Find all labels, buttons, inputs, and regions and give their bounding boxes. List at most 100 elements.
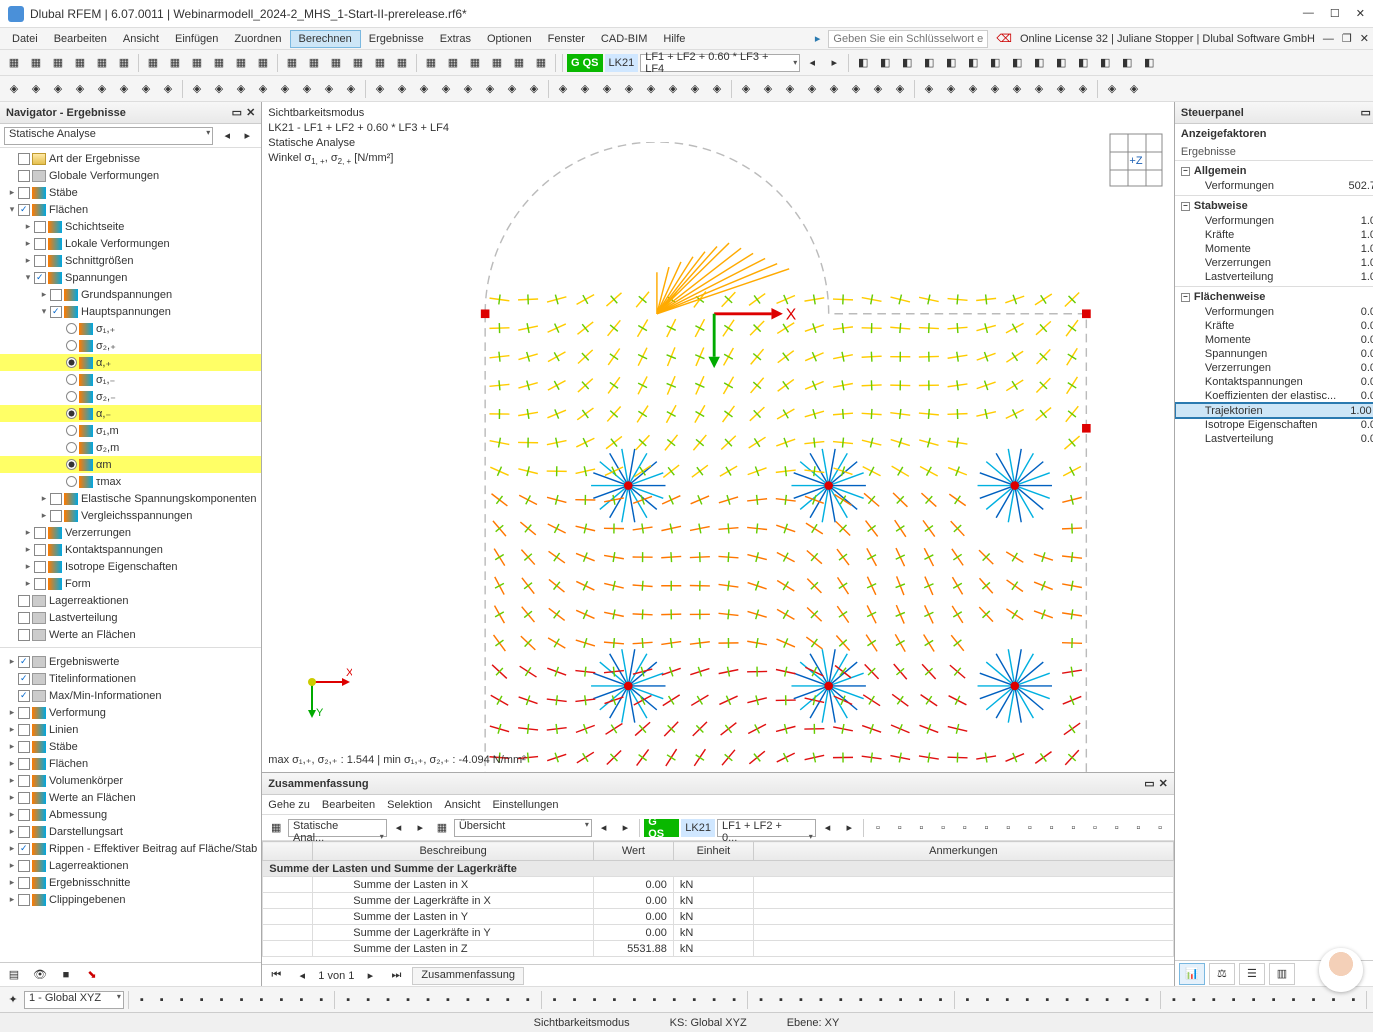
menu-ergebnisse[interactable]: Ergebnisse xyxy=(361,31,432,47)
tree-item[interactable]: Werte an Flächen xyxy=(0,626,261,643)
bt-btn-37[interactable]: ▪ xyxy=(892,990,910,1010)
st-btn-1[interactable]: ▫ xyxy=(890,818,910,838)
tree-item[interactable]: ▸Schichtseite xyxy=(0,218,261,235)
tb2-btn-41[interactable]: ◈ xyxy=(941,79,961,99)
bt-btn-11[interactable]: ▪ xyxy=(359,990,377,1010)
st-btn-8[interactable]: ▫ xyxy=(1042,818,1062,838)
tb2-btn-4[interactable]: ◈ xyxy=(92,79,112,99)
tree-item[interactable]: ▾Spannungen xyxy=(0,269,261,286)
tree-item[interactable]: σ₂,₋ xyxy=(0,388,261,405)
bt-btn-44[interactable]: ▪ xyxy=(1038,990,1056,1010)
tree-item[interactable]: Art der Ergebnisse xyxy=(0,150,261,167)
tree-item[interactable]: ▸Lagerreaktionen xyxy=(0,857,261,874)
tb1-btn-19[interactable]: ▦ xyxy=(443,53,463,73)
summary-analysis-combo[interactable]: Statische Anal... xyxy=(288,819,387,837)
table-row[interactable]: Summe der Lasten in Z5531.88kN xyxy=(263,941,1174,957)
tb2-btn-33[interactable]: ◈ xyxy=(758,79,778,99)
cp-group-header[interactable]: −Allgemein xyxy=(1175,163,1373,179)
st-icon2[interactable]: ▦ xyxy=(432,818,452,838)
col-wert[interactable]: Wert xyxy=(593,842,673,861)
tb2-btn-35[interactable]: ◈ xyxy=(802,79,822,99)
tree-item[interactable]: Globale Verformungen xyxy=(0,167,261,184)
tb1-btn-4[interactable]: ▦ xyxy=(92,53,112,73)
menu-berechnen[interactable]: Berechnen xyxy=(290,30,361,48)
cp-row[interactable]: Momente1.00 xyxy=(1175,242,1373,256)
bt-btn-38[interactable]: ▪ xyxy=(912,990,930,1010)
tb2-btn-8[interactable]: ◈ xyxy=(187,79,207,99)
tree-item[interactable]: α,₋ xyxy=(0,405,261,422)
sm-einstellungen[interactable]: Einstellungen xyxy=(492,799,558,811)
bt-btn-12[interactable]: ▪ xyxy=(379,990,397,1010)
tb1-btn-13[interactable]: ▦ xyxy=(304,53,324,73)
st-btn-12[interactable]: ▫ xyxy=(1129,818,1149,838)
bt-btn-36[interactable]: ▪ xyxy=(872,990,890,1010)
tb2-btn-39[interactable]: ◈ xyxy=(890,79,910,99)
tb2-btn-31[interactable]: ◈ xyxy=(707,79,727,99)
st-btn-6[interactable]: ▫ xyxy=(998,818,1018,838)
bt-btn-56[interactable]: ▪ xyxy=(1285,990,1303,1010)
st-icon1[interactable]: ▦ xyxy=(266,818,286,838)
tree-item[interactable]: ▸Stäbe xyxy=(0,738,261,755)
tb2-btn-29[interactable]: ◈ xyxy=(663,79,683,99)
tb2-btn-15[interactable]: ◈ xyxy=(341,79,361,99)
tree-item[interactable]: ▸Vergleichsspannungen xyxy=(0,507,261,524)
menu-fenster[interactable]: Fenster xyxy=(540,31,593,47)
cp-row[interactable]: Kontaktspannungen0.00 xyxy=(1175,375,1373,389)
cp-row[interactable]: Verzerrungen1.00 xyxy=(1175,256,1373,270)
st-prev1[interactable]: ◂ xyxy=(389,818,409,838)
bt-btn-5[interactable]: ▪ xyxy=(233,990,251,1010)
nav-next[interactable]: ▸ xyxy=(237,126,257,146)
tb1b-btn-13[interactable]: ◧ xyxy=(1139,53,1159,73)
lc-prev[interactable]: ◂ xyxy=(802,53,822,73)
st-btn-11[interactable]: ▫ xyxy=(1107,818,1127,838)
tb1b-btn-4[interactable]: ◧ xyxy=(941,53,961,73)
tb1b-btn-2[interactable]: ◧ xyxy=(897,53,917,73)
bt-btn-40[interactable]: ▪ xyxy=(959,990,977,1010)
tree-item[interactable]: ▸Verformung xyxy=(0,704,261,721)
tree-item[interactable]: Lastverteilung xyxy=(0,609,261,626)
bt-btn-14[interactable]: ▪ xyxy=(419,990,437,1010)
menu-hilfe[interactable]: Hilfe xyxy=(655,31,693,47)
navtab-data-icon[interactable]: ▤ xyxy=(4,965,24,985)
tree-item[interactable]: ▸Kontaktspannungen xyxy=(0,541,261,558)
tb1b-btn-12[interactable]: ◧ xyxy=(1117,53,1137,73)
st-btn-9[interactable]: ▫ xyxy=(1063,818,1083,838)
bt-btn-54[interactable]: ▪ xyxy=(1245,990,1263,1010)
tree-item[interactable]: ▸Schnittgrößen xyxy=(0,252,261,269)
ucs-combo[interactable]: 1 - Global XYZ xyxy=(24,991,124,1009)
pg-last[interactable]: ⏭ xyxy=(386,966,406,986)
tb2-btn-34[interactable]: ◈ xyxy=(780,79,800,99)
tb2-btn-27[interactable]: ◈ xyxy=(619,79,639,99)
tb1b-btn-7[interactable]: ◧ xyxy=(1007,53,1027,73)
nav-pin-icon[interactable]: ▭ xyxy=(232,106,242,119)
tree-item[interactable]: σ₂,₊ xyxy=(0,337,261,354)
tree-item[interactable]: ▸Volumenkörper xyxy=(0,772,261,789)
bt-btn-51[interactable]: ▪ xyxy=(1185,990,1203,1010)
bt-btn-29[interactable]: ▪ xyxy=(725,990,743,1010)
navigator-tree[interactable]: Art der ErgebnisseGlobale Verformungen ▸S… xyxy=(0,148,261,962)
bt-btn-8[interactable]: ▪ xyxy=(292,990,310,1010)
tree-item[interactable]: σ₁,₊ xyxy=(0,320,261,337)
sm-ansicht[interactable]: Ansicht xyxy=(444,799,480,811)
tb2-btn-20[interactable]: ◈ xyxy=(458,79,478,99)
cp-row[interactable]: Trajektorien1.00◀ xyxy=(1175,403,1373,418)
cp-row[interactable]: Lastverteilung1.00 xyxy=(1175,270,1373,284)
bt-btn-9[interactable]: ▪ xyxy=(312,990,330,1010)
cp-row[interactable]: Isotrope Eigenschaften0.00 xyxy=(1175,418,1373,432)
tb2-btn-44[interactable]: ◈ xyxy=(1007,79,1027,99)
nav-analysis-combo[interactable]: Statische Analyse xyxy=(4,127,213,145)
tree-item[interactable]: ▸Lokale Verformungen xyxy=(0,235,261,252)
st-next2[interactable]: ▸ xyxy=(616,818,636,838)
table-row[interactable]: Summe der Lagerkräfte in X0.00kN xyxy=(263,893,1174,909)
bt-btn-15[interactable]: ▪ xyxy=(439,990,457,1010)
tb1-btn-11[interactable]: ▦ xyxy=(253,53,273,73)
bt-btn-13[interactable]: ▪ xyxy=(399,990,417,1010)
search-clear-icon[interactable]: ⌫ xyxy=(996,32,1012,45)
bt-btn-24[interactable]: ▪ xyxy=(625,990,643,1010)
tb2-btn-40[interactable]: ◈ xyxy=(919,79,939,99)
pg-first[interactable]: ⏮ xyxy=(266,966,286,986)
bt-btn-59[interactable]: ▪ xyxy=(1345,990,1363,1010)
tree-item[interactable]: σ₂,m xyxy=(0,439,261,456)
st-btn-3[interactable]: ▫ xyxy=(933,818,953,838)
st-btn-4[interactable]: ▫ xyxy=(955,818,975,838)
